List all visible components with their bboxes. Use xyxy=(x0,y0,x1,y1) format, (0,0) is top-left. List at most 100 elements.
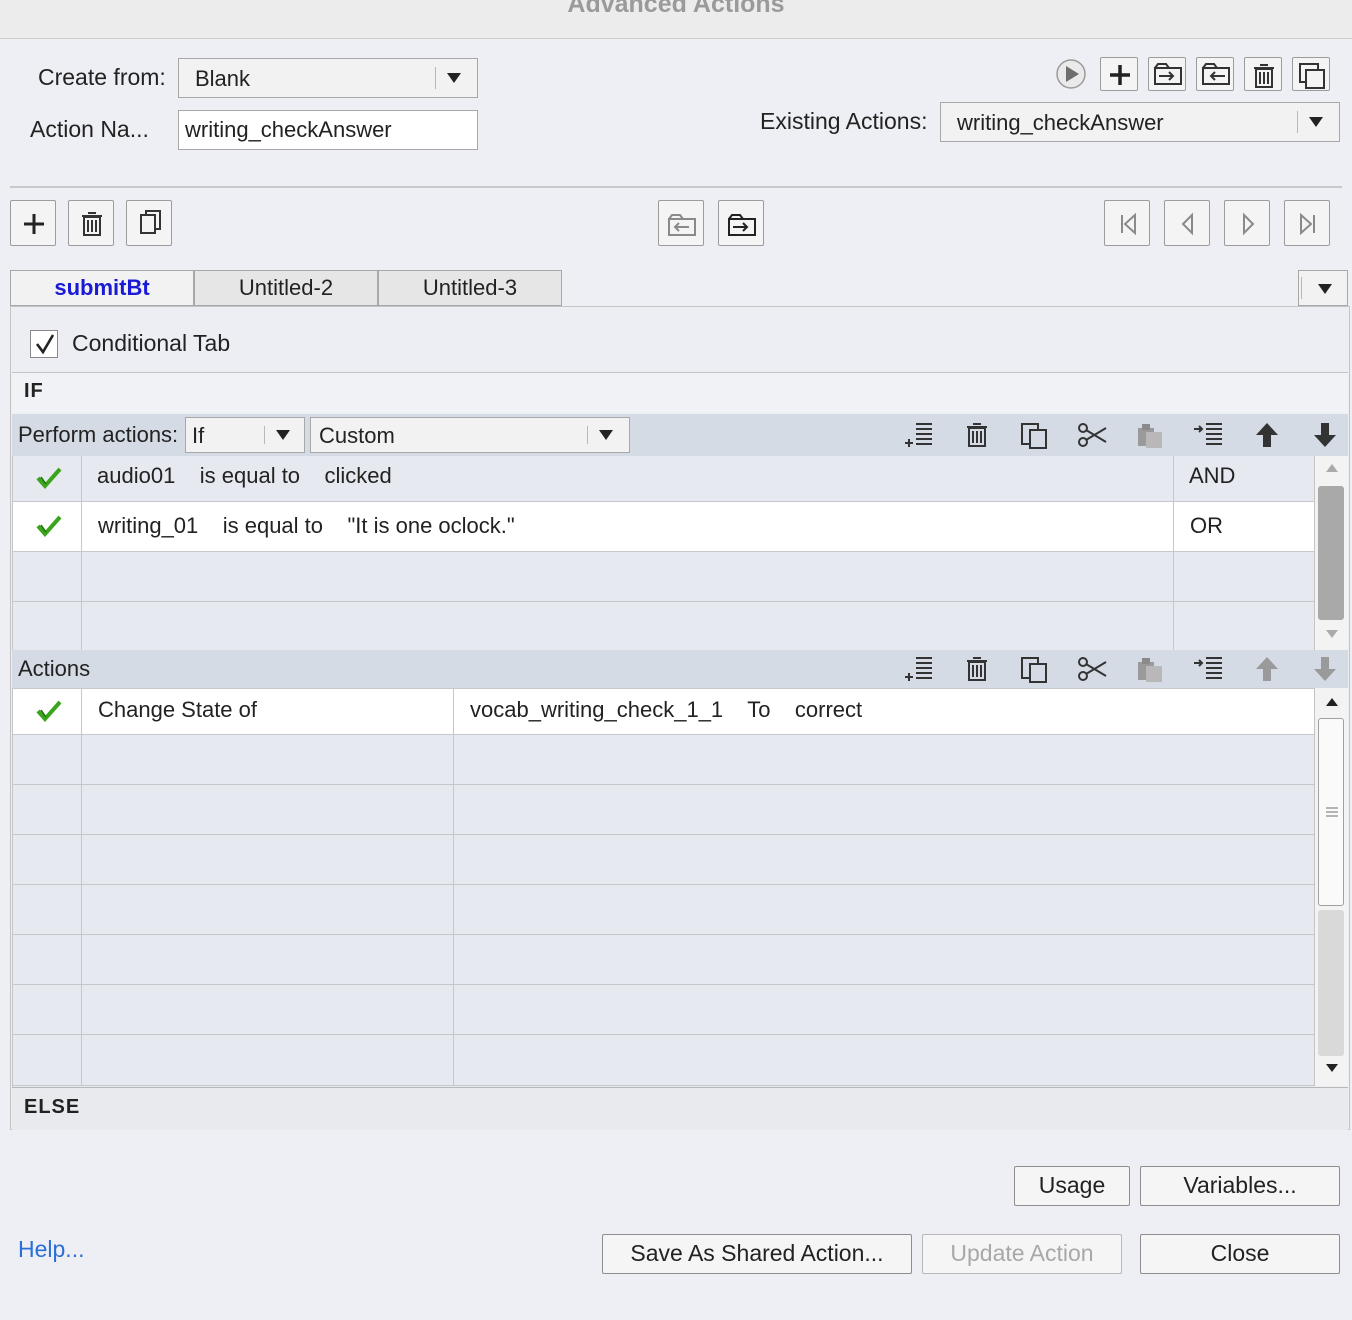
action-type-empty[interactable] xyxy=(82,935,454,985)
update-action-button[interactable]: Update Action xyxy=(922,1234,1122,1274)
action-name-input[interactable] xyxy=(179,111,477,149)
usage-button[interactable]: Usage xyxy=(1014,1166,1130,1206)
help-link[interactable]: Help... xyxy=(18,1236,84,1263)
last-decision-button[interactable] xyxy=(1284,200,1330,246)
previous-decision-button[interactable] xyxy=(1164,200,1210,246)
tab-untitled-3[interactable]: Untitled-3 xyxy=(378,270,562,306)
condition-row-empty[interactable] xyxy=(82,552,1174,602)
actions-scroll-thumb[interactable] xyxy=(1318,718,1344,906)
condition-operator-empty[interactable] xyxy=(1174,602,1315,650)
export-action-button[interactable] xyxy=(1196,57,1234,91)
action-type-empty[interactable] xyxy=(82,785,454,835)
action-type-empty[interactable] xyxy=(82,735,454,785)
table-row-status xyxy=(13,985,82,1035)
delete-action-row-button[interactable] xyxy=(958,652,996,686)
conditional-tab-checkbox[interactable] xyxy=(30,330,58,358)
duplicate-decision-button[interactable] xyxy=(126,200,172,246)
action-target-empty[interactable] xyxy=(454,1035,1315,1086)
condition-operator-empty[interactable] xyxy=(1174,552,1315,602)
insert-row-icon xyxy=(905,423,932,447)
action-name-field[interactable] xyxy=(178,110,478,150)
table-row-status xyxy=(13,785,82,835)
insert-action-button[interactable] xyxy=(900,652,938,686)
cut-action-button[interactable] xyxy=(1074,652,1112,686)
action-type-empty[interactable] xyxy=(82,885,454,935)
condition-row-empty[interactable] xyxy=(82,602,1174,650)
table-row-status xyxy=(13,602,82,650)
copy-condition-button[interactable] xyxy=(1016,418,1054,452)
action-target-empty[interactable] xyxy=(454,785,1315,835)
import-action-button[interactable] xyxy=(1148,57,1186,91)
else-header[interactable]: ELSE xyxy=(12,1087,1348,1130)
condition-row-1[interactable]: audio01 is equal to clicked xyxy=(82,456,1174,502)
copy-action-button[interactable] xyxy=(1016,652,1054,686)
new-action-button[interactable] xyxy=(1100,57,1138,91)
move-condition-up-button[interactable] xyxy=(1248,418,1286,452)
paste-condition-button[interactable] xyxy=(1132,418,1170,452)
else-header-label: ELSE xyxy=(24,1096,81,1118)
next-decision-button[interactable] xyxy=(1224,200,1270,246)
delete-condition-button[interactable] xyxy=(958,418,996,452)
valid-check-icon xyxy=(36,515,62,538)
condition-row-2[interactable]: writing_01 is equal to "It is one oclock… xyxy=(82,502,1174,552)
condition-operator-1[interactable]: AND xyxy=(1174,456,1315,502)
export-decision-button[interactable] xyxy=(718,200,764,246)
delete-decision-button[interactable] xyxy=(68,200,114,246)
action-target-empty[interactable] xyxy=(454,735,1315,785)
trash-icon xyxy=(82,212,102,236)
conditions-scroll-thumb[interactable] xyxy=(1318,486,1344,620)
actions-table: Change State of vocab_writing_check_1_1 … xyxy=(12,688,1315,1087)
previous-icon xyxy=(1181,212,1193,236)
move-action-up-button[interactable] xyxy=(1248,652,1286,686)
action-type-cell[interactable]: Change State of xyxy=(82,689,454,735)
table-row-status xyxy=(13,935,82,985)
insert-below-condition-button[interactable] xyxy=(1190,418,1228,452)
actions-scrollbar[interactable] xyxy=(1314,688,1348,1086)
table-row-status xyxy=(13,735,82,785)
existing-actions-value: writing_checkAnswer xyxy=(957,110,1164,135)
chevron-down-icon xyxy=(1309,117,1323,127)
import-decision-button[interactable] xyxy=(658,200,704,246)
create-from-label: Create from: xyxy=(38,64,166,90)
duplicate-action-button[interactable] xyxy=(1292,57,1330,91)
chevron-down-icon xyxy=(276,430,290,440)
delete-action-button[interactable] xyxy=(1244,57,1282,91)
add-decision-button[interactable] xyxy=(10,200,56,246)
insert-condition-button[interactable] xyxy=(900,418,938,452)
copy-icon xyxy=(1021,657,1047,683)
cut-condition-button[interactable] xyxy=(1074,418,1112,452)
action-target-empty[interactable] xyxy=(454,985,1315,1035)
trash-icon xyxy=(967,423,987,447)
first-icon xyxy=(1121,212,1136,236)
action-target-empty[interactable] xyxy=(454,935,1315,985)
action-type-empty[interactable] xyxy=(82,1035,454,1086)
condition-type-dropdown[interactable]: Custom xyxy=(310,417,630,453)
paste-action-button[interactable] xyxy=(1132,652,1170,686)
action-target-cell[interactable]: vocab_writing_check_1_1 To correct xyxy=(454,689,1315,735)
tab-untitled-2[interactable]: Untitled-2 xyxy=(194,270,378,306)
action-target-empty[interactable] xyxy=(454,835,1315,885)
save-as-shared-action-button[interactable]: Save As Shared Action... xyxy=(602,1234,912,1274)
action-target-empty[interactable] xyxy=(454,885,1315,935)
action-type-empty[interactable] xyxy=(82,985,454,1035)
actions-header-label: Actions xyxy=(18,656,91,681)
create-from-value: Blank xyxy=(195,66,251,91)
tab-submitbt[interactable]: submitBt xyxy=(10,270,194,306)
first-decision-button[interactable] xyxy=(1104,200,1150,246)
conditions-scrollbar[interactable] xyxy=(1314,456,1348,650)
condition-operator-2[interactable]: OR xyxy=(1174,502,1315,552)
move-condition-down-button[interactable] xyxy=(1306,418,1344,452)
perform-if-dropdown[interactable]: If xyxy=(185,417,305,453)
close-button[interactable]: Close xyxy=(1140,1234,1340,1274)
action-type-empty[interactable] xyxy=(82,835,454,885)
import-icon xyxy=(668,214,696,236)
variables-button[interactable]: Variables... xyxy=(1140,1166,1340,1206)
conditions-table: audio01 is equal to clicked AND writing_… xyxy=(12,456,1315,650)
move-action-down-button[interactable] xyxy=(1306,652,1344,686)
insert-below-action-button[interactable] xyxy=(1190,652,1228,686)
tabs-overflow-dropdown[interactable] xyxy=(1298,270,1348,306)
create-from-dropdown[interactable]: Blank xyxy=(178,58,478,98)
condition-type-value: Custom xyxy=(319,423,395,448)
existing-actions-dropdown[interactable]: writing_checkAnswer xyxy=(940,102,1340,142)
preview-button[interactable] xyxy=(1054,58,1088,90)
